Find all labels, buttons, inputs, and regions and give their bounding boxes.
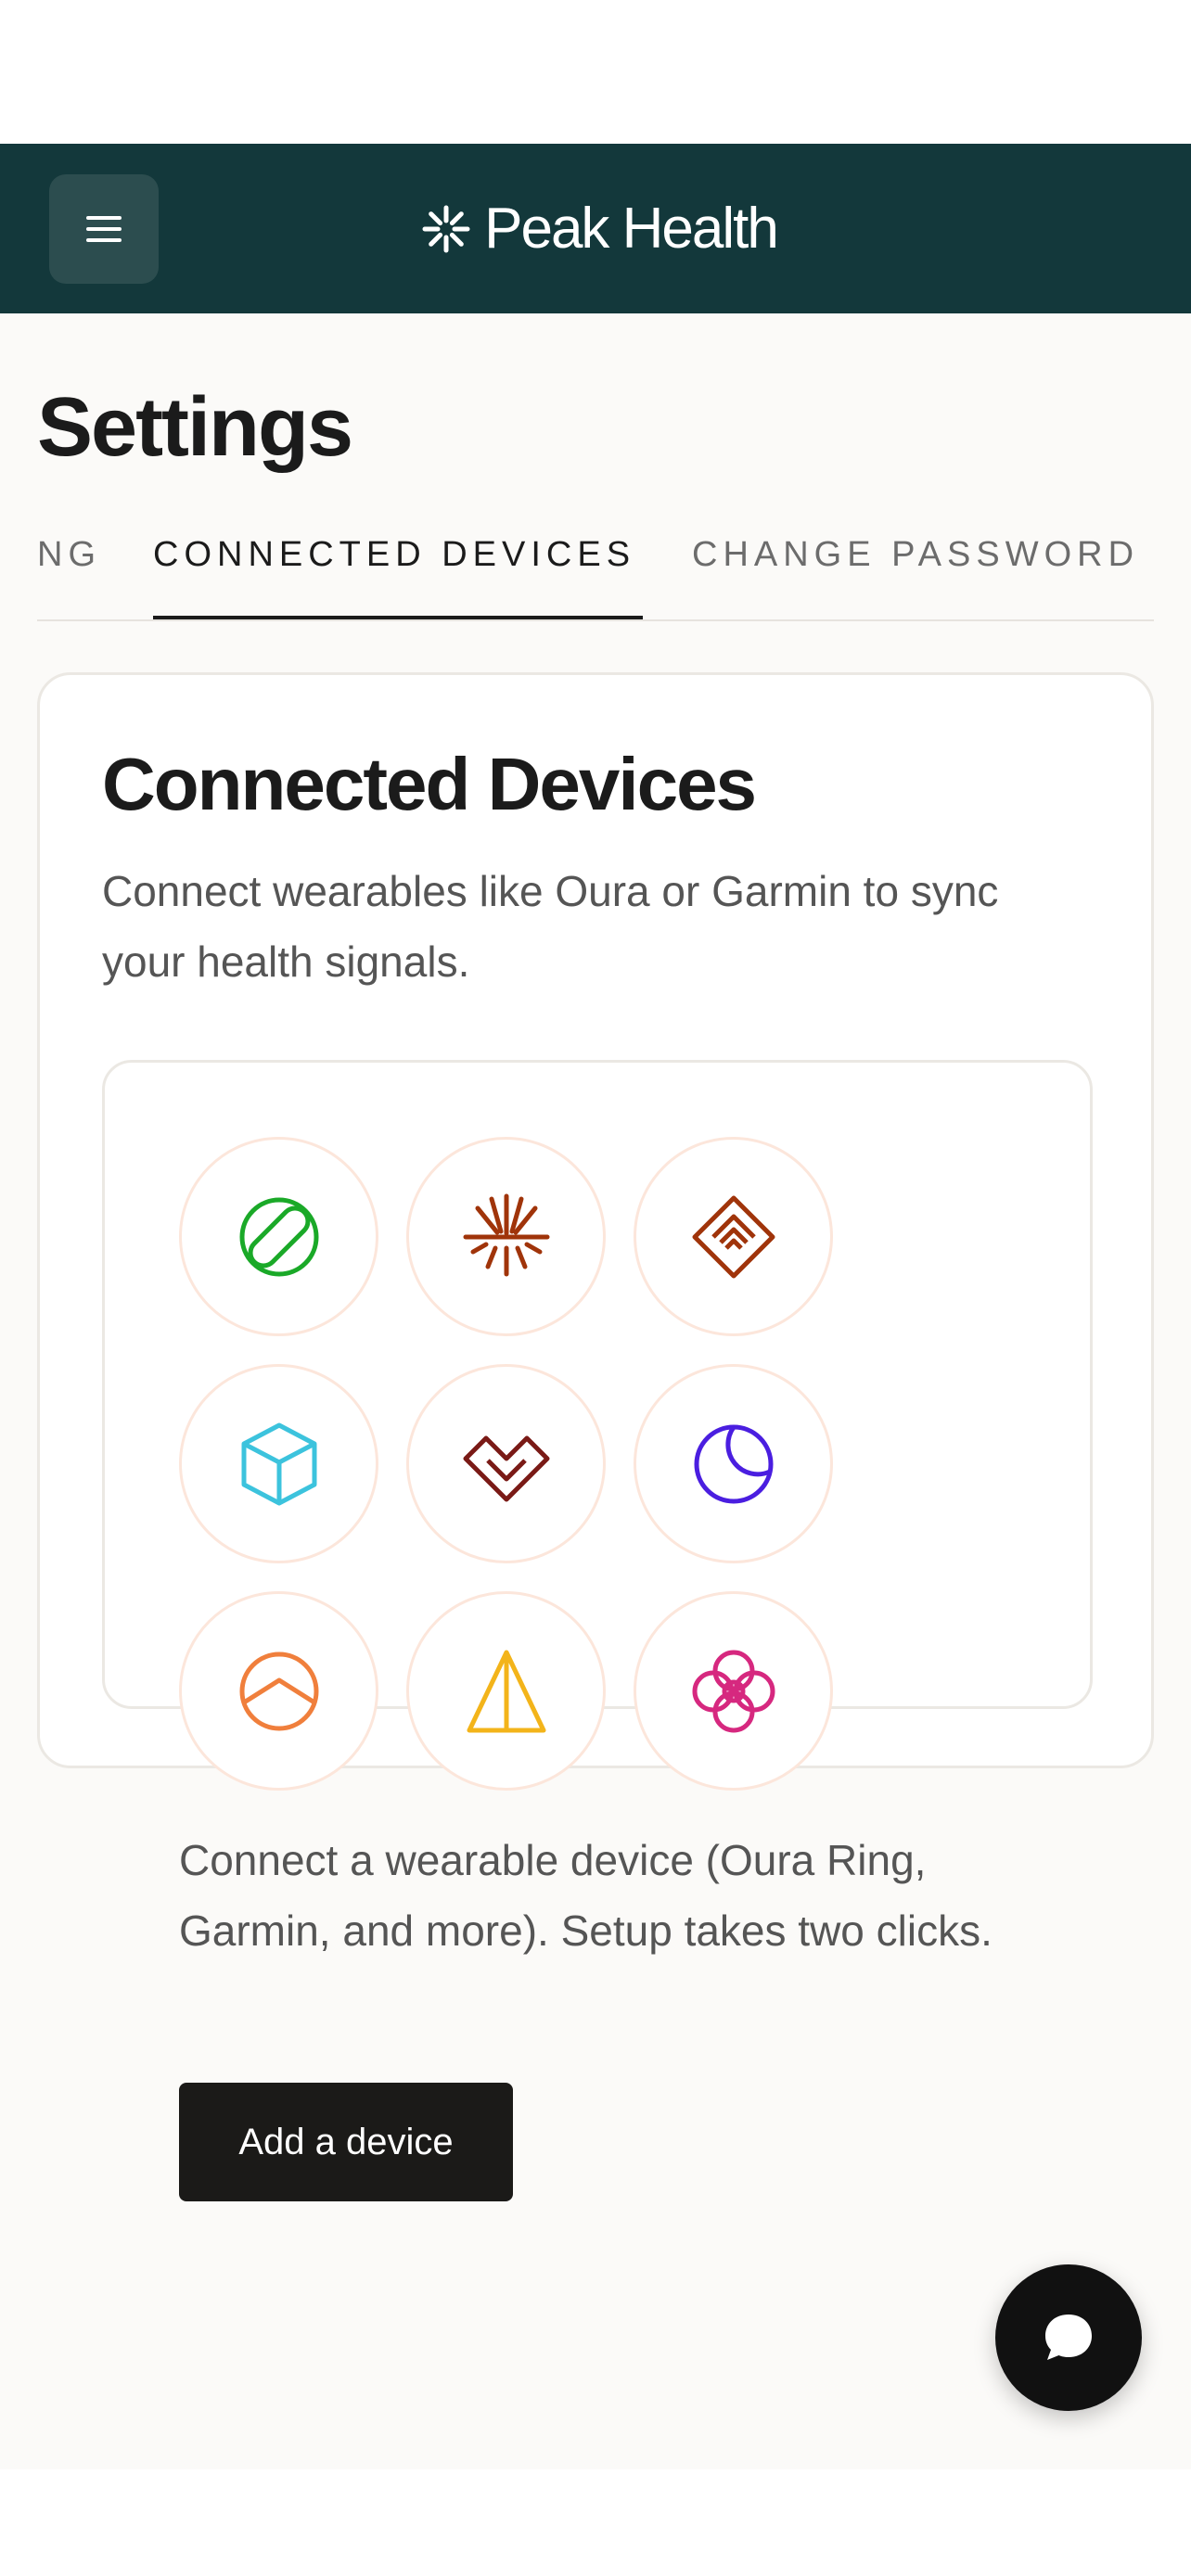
section-description: Connect wearables like Oura or Garmin to…	[102, 867, 999, 986]
tab-change-password[interactable]: CHANGE PASSWORD	[692, 527, 1139, 619]
tab-partial-previous[interactable]: NG	[37, 527, 101, 619]
device-brand-pyramid	[406, 1591, 606, 1791]
hamburger-menu-icon	[86, 216, 122, 242]
tab-connected-devices[interactable]: CONNECTED DEVICES	[153, 527, 643, 619]
brand-logo[interactable]: Peak Health	[421, 196, 779, 261]
chat-button[interactable]	[995, 2264, 1142, 2411]
chat-bubble-icon	[1045, 2315, 1092, 2360]
brand-name: Peak Health	[484, 197, 779, 261]
pill-icon	[239, 1197, 318, 1276]
top-navigation-bar: Peak Health	[0, 144, 1191, 313]
device-brand-diamond	[634, 1137, 833, 1336]
device-brand-pill	[179, 1137, 378, 1336]
empty-state-panel: Connect a wearable device (Oura Ring, Ga…	[102, 1060, 1093, 2201]
menu-button[interactable]	[49, 174, 159, 284]
app-root: Peak Health Settings NG CONNECTED DEVICE…	[0, 0, 1191, 2576]
device-brand-starburst	[406, 1137, 606, 1336]
section-title: Connected Devices	[102, 743, 757, 825]
settings-tabs: NG CONNECTED DEVICES CHANGE PASSWORD	[37, 527, 1154, 621]
device-brand-heart	[406, 1364, 606, 1563]
cube-icon	[241, 1422, 316, 1505]
diamond-layers-icon	[692, 1195, 775, 1278]
asterisk-logo-icon	[422, 205, 470, 252]
device-brand-horizon	[179, 1591, 378, 1791]
connected-devices-card: Connected Devices Connect wearables like…	[37, 672, 1154, 2201]
pyramid-icon	[467, 1650, 545, 1732]
flower-icon	[692, 1650, 775, 1732]
device-icon-grid	[179, 1137, 833, 1791]
heart-chevron-icon	[463, 1435, 549, 1501]
device-brand-cube	[179, 1364, 378, 1563]
add-device-button[interactable]: Add a device	[179, 2083, 513, 2201]
empty-state-text: Connect a wearable device (Oura Ring, Ga…	[179, 1836, 992, 1955]
starburst-icon	[463, 1193, 549, 1276]
settings-content: Settings NG CONNECTED DEVICES CHANGE PAS…	[0, 313, 1191, 2469]
moon-icon	[694, 1424, 773, 1503]
half-circle-icon	[239, 1651, 318, 1730]
page-title: Settings	[37, 381, 353, 474]
device-brand-flower	[634, 1591, 833, 1791]
device-brand-moon	[634, 1364, 833, 1563]
